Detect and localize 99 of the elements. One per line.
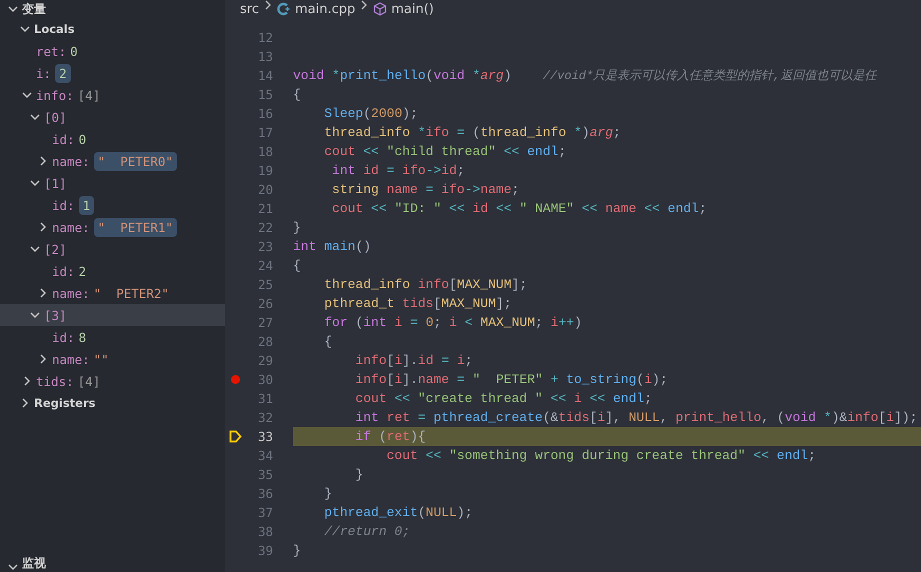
- variable-row[interactable]: id: 8: [0, 326, 225, 348]
- chevron-right-icon: [264, 0, 272, 10]
- chevron-down-icon[interactable]: [8, 4, 18, 14]
- variable-row[interactable]: name: " PETER1": [0, 216, 225, 238]
- chevron-right-icon[interactable]: [20, 398, 30, 408]
- code-line: }: [293, 542, 302, 560]
- line-number: 14: [256, 68, 273, 83]
- chevron-down-icon[interactable]: [22, 90, 32, 100]
- code-line: int ret = pthread_create(&tids[i], NULL, print_hello, (void *)&info[i]);: [354, 409, 918, 427]
- code-line: int id = ifo->id;: [331, 162, 466, 180]
- line-number: 28: [256, 334, 273, 349]
- chevron-right-icon[interactable]: [38, 288, 48, 298]
- changed-value: 1: [78, 196, 94, 214]
- line-number: 39: [256, 543, 273, 558]
- variable-row[interactable]: i: 2: [0, 62, 225, 84]
- changed-value: " PETER0": [94, 152, 177, 170]
- c-file-icon: [276, 2, 291, 16]
- line-number: 23: [256, 239, 273, 254]
- line-number: 35: [256, 467, 273, 482]
- tree-group[interactable]: Registers: [0, 392, 225, 414]
- code-line: thread_info *ifo = (thread_info *)arg;: [323, 124, 622, 142]
- line-number: 37: [256, 505, 273, 520]
- code-line: string name = ifo->name;: [331, 181, 520, 199]
- chevron-down-icon[interactable]: [30, 310, 40, 320]
- line-number: 29: [256, 353, 273, 368]
- breakpoint-dot[interactable]: [230, 375, 240, 384]
- variable-row[interactable]: info: [4]: [0, 84, 225, 106]
- line-number: 19: [256, 163, 273, 178]
- chevron-down-icon[interactable]: [20, 24, 30, 34]
- chevron-right-icon[interactable]: [38, 354, 48, 364]
- code-line: thread_info info[MAX_NUM];: [323, 276, 528, 294]
- line-number: 38: [256, 524, 273, 539]
- code-line: void *print_hello(void *arg) //void*只是表示可以传入任意类型的指针,返回值也可以是任: [293, 67, 878, 85]
- variable-row[interactable]: [1]: [0, 172, 225, 194]
- code-line: int main(): [293, 238, 372, 256]
- chevron-down-icon[interactable]: [30, 178, 40, 188]
- code-line: info[i].name = " PETER" + to_string(i);: [354, 371, 669, 389]
- code-line: cout << "ID: " << id << " NAME" << name << endl;: [331, 200, 708, 218]
- line-number: 12: [256, 30, 273, 45]
- code-line: info[i].id = i;: [354, 352, 474, 370]
- changed-value: " PETER1": [94, 218, 177, 236]
- line-number: 31: [256, 391, 273, 406]
- chevron-down-icon[interactable]: [8, 562, 18, 572]
- line-number: 26: [256, 296, 273, 311]
- code-line: for (int i = 0; i < MAX_NUM; i++): [323, 314, 583, 332]
- line-number: 21: [256, 201, 273, 216]
- chevron-right-icon[interactable]: [38, 222, 48, 232]
- code-line: Sleep(2000);: [323, 105, 419, 123]
- line-number: 24: [256, 258, 273, 273]
- code-line: {: [323, 333, 334, 351]
- variable-row[interactable]: tids: [4]: [0, 370, 225, 392]
- variable-row[interactable]: id: 1: [0, 194, 225, 216]
- breadcrumb-item[interactable]: src: [240, 0, 259, 18]
- chevron-right-icon: [360, 0, 368, 10]
- line-number: 34: [256, 448, 273, 463]
- line-number: 30: [256, 372, 273, 387]
- variable-row[interactable]: name: "": [0, 348, 225, 370]
- code-line: pthread_exit(NULL);: [323, 504, 474, 522]
- variable-row[interactable]: [2]: [0, 238, 225, 260]
- variable-row[interactable]: [3]: [0, 304, 225, 326]
- cube-icon: [373, 2, 388, 16]
- variable-row[interactable]: [0]: [0, 106, 225, 128]
- line-number: 27: [256, 315, 273, 330]
- code-line: //return 0;: [323, 523, 412, 541]
- code-line: cout << "child thread" << endl;: [323, 143, 568, 161]
- line-number: 22: [256, 220, 273, 235]
- chevron-down-icon[interactable]: [30, 244, 40, 254]
- tree-group[interactable]: Locals: [0, 18, 225, 40]
- chevron-right-icon[interactable]: [38, 156, 48, 166]
- variable-row[interactable]: name: " PETER2": [0, 282, 225, 304]
- chevron-down-icon[interactable]: [30, 112, 40, 122]
- code-line: }: [293, 219, 302, 237]
- breadcrumb-item[interactable]: main(): [373, 0, 434, 18]
- code-line: {: [293, 257, 302, 275]
- line-number: 16: [256, 106, 273, 121]
- line-number: 13: [256, 49, 273, 64]
- line-number: 18: [256, 144, 273, 159]
- line-number: 20: [256, 182, 273, 197]
- chevron-right-icon[interactable]: [22, 376, 32, 386]
- section-header[interactable]: 监视: [0, 552, 225, 572]
- variable-row[interactable]: name: " PETER0": [0, 150, 225, 172]
- breadcrumb-item[interactable]: main.cpp: [276, 0, 356, 18]
- line-number: 25: [256, 277, 273, 292]
- line-number: 15: [256, 87, 273, 102]
- changed-value: 2: [55, 64, 71, 82]
- code-line: cout << "create thread " << i << endl;: [354, 390, 654, 408]
- code-line: }: [323, 485, 334, 503]
- code-line: pthread_t tids[MAX_NUM];: [323, 295, 513, 313]
- line-number: 33: [256, 429, 273, 444]
- line-number: 36: [256, 486, 273, 501]
- variable-row[interactable]: ret: 0: [0, 40, 225, 62]
- code-line: }: [354, 466, 364, 484]
- variable-row[interactable]: id: 2: [0, 260, 225, 282]
- section-header[interactable]: 变量: [0, 0, 225, 18]
- code-line: {: [293, 86, 302, 104]
- line-number: 32: [256, 410, 273, 425]
- line-number: 17: [256, 125, 273, 140]
- variable-row[interactable]: id: 0: [0, 128, 225, 150]
- code-line: cout << "something wrong during create thread" << endl;: [386, 447, 817, 465]
